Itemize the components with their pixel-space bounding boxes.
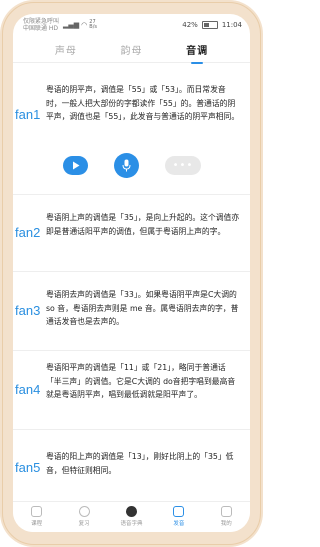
tone-description: 粤语阳平声的调值是「11」或「21」，略同于普通话「半三声」的调值。它是C大调的… xyxy=(46,363,236,399)
tab-voice-dict-label: 语音字典 xyxy=(120,521,143,527)
tone-label: fan5 xyxy=(15,460,41,475)
clock: 11:04 xyxy=(221,21,242,29)
more-icon: ••• xyxy=(172,160,194,171)
record-button[interactable] xyxy=(114,153,139,178)
tone-description: 粤语的阳上声的调值是「13」，刚好比阴上的「35」低音，但特征则相同。 xyxy=(46,452,234,475)
tone-list: fan1 粤语的阴平声，调值是「55」或「53」。而日常发音时，一般人把大部份的… xyxy=(13,63,250,502)
tone-description: 粤语的阴平声，调值是「55」或「53」。而日常发音时，一般人把大部份的字都读作「… xyxy=(46,85,240,121)
tone-label: fan1 xyxy=(15,107,41,122)
tab-profile-label: 我的 xyxy=(220,521,232,527)
pronounce-icon xyxy=(173,506,185,517)
tone-label: fan3 xyxy=(15,303,41,318)
tab-profile[interactable]: 我的 xyxy=(206,502,246,527)
profile-icon xyxy=(220,506,232,517)
voice-dict-icon xyxy=(125,506,137,517)
tone-label: fan4 xyxy=(15,382,41,397)
review-icon xyxy=(78,506,90,517)
signal-icons: ▂▄▆ ◠ 27 B/s xyxy=(63,20,97,30)
battery-percent: 42% xyxy=(182,21,198,29)
bottom-tab-bar: 课程 复习 语音字典 发音 我的 xyxy=(13,501,250,532)
list-item-fan5[interactable]: fan5 粤语的阳上声的调值是「13」，刚好比阴上的「35」低音，但特征则相同。 xyxy=(13,430,250,502)
book-icon xyxy=(31,506,43,517)
wifi-icon: ◠ xyxy=(81,21,88,29)
net-speed-unit: B/s xyxy=(89,24,98,30)
signal-icon: ▂▄▆ xyxy=(63,21,80,29)
top-tabs: 声母 韵母 音调 xyxy=(13,36,250,64)
tab-pronounce[interactable]: 发音 xyxy=(159,502,199,527)
tab-voice-dict[interactable]: 语音字典 xyxy=(111,502,151,527)
list-item-fan2[interactable]: fan2 粤语阴上声的调值是「35」，是向上升起的。这个调值亦即是普通话阳平声的… xyxy=(13,195,250,272)
tab-course[interactable]: 课程 xyxy=(17,502,57,527)
carrier-line-2: 中国联通 HD xyxy=(23,25,59,32)
phone-frame: 仅限紧急呼叫 中国联通 HD ▂▄▆ ◠ 27 B/s 42% 11:04 声母… xyxy=(0,0,263,547)
tab-finals[interactable]: 韵母 xyxy=(120,38,142,61)
playback-controls: ••• xyxy=(63,153,201,178)
status-right: 42% 11:04 xyxy=(182,21,242,29)
mic-icon xyxy=(122,159,131,172)
tone-description: 粤语阴上声的调值是「35」，是向上升起的。这个调值亦即是普通话阳平声的调值，但属… xyxy=(46,213,240,236)
tab-tones[interactable]: 音调 xyxy=(186,38,208,64)
tab-course-label: 课程 xyxy=(31,521,43,527)
battery-icon xyxy=(201,21,218,29)
list-item-fan4[interactable]: fan4 粤语阳平声的调值是「11」或「21」，略同于普通话「半三声」的调值。它… xyxy=(13,351,250,430)
net-speed: 27 B/s xyxy=(89,20,97,30)
tab-pronounce-label: 发音 xyxy=(173,521,185,527)
more-button[interactable]: ••• xyxy=(165,156,201,175)
status-bar: 仅限紧急呼叫 中国联通 HD ▂▄▆ ◠ 27 B/s 42% 11:04 xyxy=(13,14,250,36)
carrier-info: 仅限紧急呼叫 中国联通 HD xyxy=(23,18,59,32)
list-item-fan1[interactable]: fan1 粤语的阴平声，调值是「55」或「53」。而日常发音时，一般人把大部份的… xyxy=(13,63,250,195)
app-screen: 仅限紧急呼叫 中国联通 HD ▂▄▆ ◠ 27 B/s 42% 11:04 声母… xyxy=(13,14,250,532)
tone-label: fan2 xyxy=(15,225,41,240)
tone-description: 粤语阴去声的调值是「33」。如果粤语阴平声是C大调的 so 音，粤语阴去声则是 … xyxy=(46,290,239,326)
play-button[interactable] xyxy=(63,156,88,175)
carrier-line-1: 仅限紧急呼叫 xyxy=(23,18,60,25)
tab-review[interactable]: 复习 xyxy=(64,502,104,527)
tab-initials[interactable]: 声母 xyxy=(55,38,77,61)
play-icon xyxy=(72,161,79,170)
list-item-fan3[interactable]: fan3 粤语阴去声的调值是「33」。如果粤语阴平声是C大调的 so 音，粤语阴… xyxy=(13,272,250,351)
tab-review-label: 复习 xyxy=(78,521,90,527)
